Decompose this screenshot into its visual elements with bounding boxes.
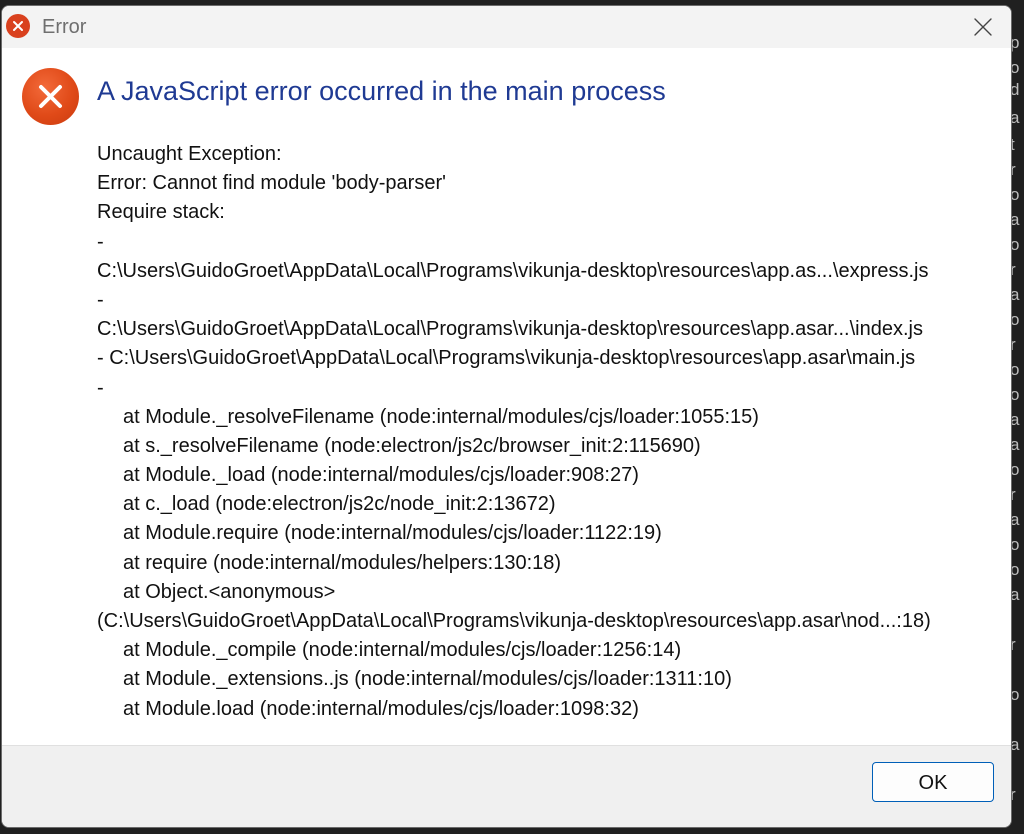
stack-frame-line: at Module.load (node:internal/modules/cj… <box>123 697 639 720</box>
error-message: Uncaught Exception: Error: Cannot find m… <box>97 140 1002 724</box>
message-line: Error: Cannot find module 'body-parser' <box>97 172 446 195</box>
message-line: - <box>97 376 104 399</box>
ok-button[interactable]: OK <box>872 762 994 802</box>
stack-frame-line: at s._resolveFilename (node:electron/js2… <box>123 434 701 457</box>
stack-frame-line: at c._load (node:electron/js2c/node_init… <box>123 493 556 516</box>
stack-frame-line: at Module._resolveFilename (node:interna… <box>123 405 759 428</box>
message-line: - C:\Users\GuidoGroet\AppData\Local\Prog… <box>97 347 916 370</box>
dialog-footer: OK <box>2 745 1011 827</box>
message-line: - <box>97 288 104 311</box>
stack-frame-line: at Module._load (node:internal/modules/c… <box>123 464 639 487</box>
message-line: - <box>97 230 104 253</box>
stack-frame-line: at Module.require (node:internal/modules… <box>123 522 662 545</box>
error-icon <box>6 14 30 38</box>
close-button[interactable] <box>953 6 1011 48</box>
error-dialog-window: Error A JavaScript error occurred in the… <box>1 5 1012 828</box>
stack-frame-line: at Module._compile (node:internal/module… <box>123 639 682 662</box>
dialog-heading: A JavaScript error occurred in the main … <box>97 76 666 106</box>
message-line: C:\Users\GuidoGroet\AppData\Local\Progra… <box>97 318 923 341</box>
stack-frame-line: at require (node:internal/modules/helper… <box>123 551 562 574</box>
message-line: C:\Users\GuidoGroet\AppData\Local\Progra… <box>97 259 929 282</box>
window-title: Error <box>42 16 87 38</box>
title-bar[interactable]: Error <box>2 6 1011 48</box>
stack-frame-line: at Module._extensions..js (node:internal… <box>123 668 732 691</box>
message-line: Uncaught Exception: <box>97 143 282 165</box>
stack-frame-line: (C:\Users\GuidoGroet\AppData\Local\Progr… <box>97 610 931 632</box>
stack-frame-line: at Object.<anonymous> <box>123 580 336 603</box>
dialog-content: A JavaScript error occurred in the main … <box>2 48 1011 745</box>
message-line: Require stack: <box>97 201 225 224</box>
error-circle-icon <box>22 68 79 125</box>
